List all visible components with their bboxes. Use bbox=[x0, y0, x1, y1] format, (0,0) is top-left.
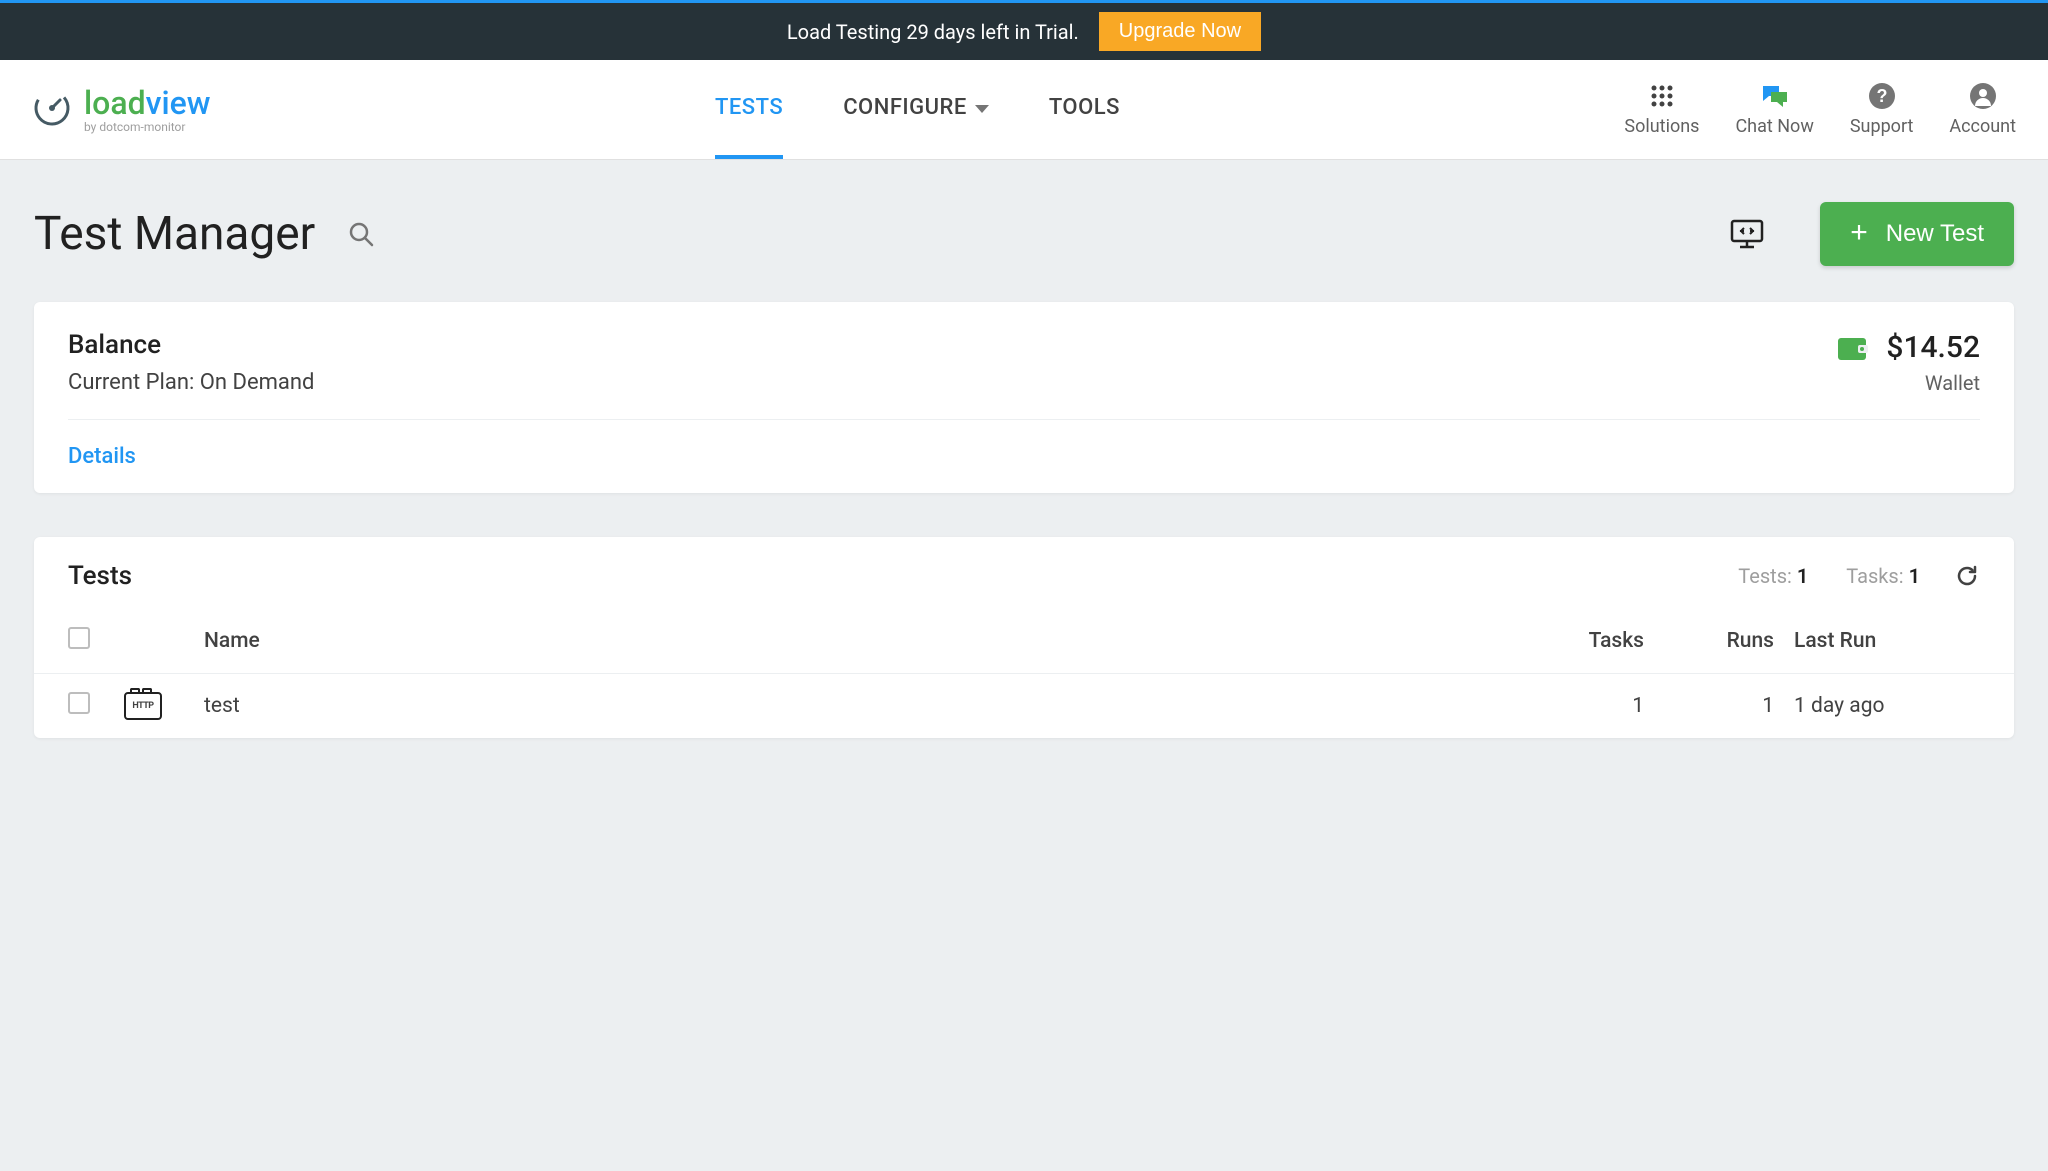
col-last-run: Last Run bbox=[1794, 609, 2014, 674]
row-name: test bbox=[204, 674, 1534, 739]
search-button[interactable] bbox=[343, 216, 379, 252]
account-label: Account bbox=[1949, 116, 2016, 137]
page-title: Test Manager bbox=[34, 207, 315, 261]
search-icon bbox=[347, 220, 375, 248]
row-tasks: 1 bbox=[1534, 674, 1664, 739]
logo-text: loadview by dotcom-monitor bbox=[84, 87, 211, 133]
nav-tests-label: TESTS bbox=[715, 95, 783, 120]
row-last-run: 1 day ago bbox=[1794, 674, 2014, 739]
chat-icon bbox=[1761, 82, 1789, 110]
balance-plan-prefix: Current Plan: bbox=[68, 370, 200, 395]
balance-title: Balance bbox=[68, 330, 314, 360]
col-name: Name bbox=[204, 609, 1534, 674]
tests-title: Tests bbox=[68, 561, 132, 591]
tests-table: Name Tasks Runs Last Run HTTPtest111 day… bbox=[34, 609, 2014, 738]
tasks-count-value: 1 bbox=[1909, 564, 1920, 588]
solutions-label: Solutions bbox=[1624, 116, 1699, 137]
balance-amount: $14.52 bbox=[1886, 330, 1980, 365]
svg-text:?: ? bbox=[1876, 86, 1887, 106]
account-icon bbox=[1969, 82, 1997, 110]
balance-plan-name: On Demand bbox=[200, 370, 315, 395]
tests-count-value: 1 bbox=[1797, 564, 1808, 588]
new-test-button[interactable]: + New Test bbox=[1820, 202, 2014, 266]
solutions-button[interactable]: Solutions bbox=[1624, 82, 1699, 137]
new-test-label: New Test bbox=[1886, 220, 1984, 248]
nav-tools-label: TOOLS bbox=[1049, 95, 1120, 120]
http-icon: HTTP bbox=[124, 692, 162, 720]
nav-tools[interactable]: TOOLS bbox=[1049, 60, 1120, 159]
tests-count-label: Tests: bbox=[1738, 564, 1797, 588]
chat-now-button[interactable]: Chat Now bbox=[1735, 82, 1813, 137]
balance-details-link[interactable]: Details bbox=[68, 444, 136, 469]
app-header: loadview by dotcom-monitor TESTS CONFIGU… bbox=[0, 60, 2048, 160]
refresh-icon bbox=[1954, 563, 1980, 589]
primary-nav: TESTS CONFIGURE TOOLS bbox=[211, 60, 1625, 159]
display-icon bbox=[1730, 219, 1764, 249]
upgrade-now-button[interactable]: Upgrade Now bbox=[1099, 12, 1261, 51]
gauge-icon bbox=[32, 88, 72, 132]
row-checkbox[interactable] bbox=[68, 692, 90, 714]
nav-tests[interactable]: TESTS bbox=[715, 60, 783, 159]
grid-icon bbox=[1648, 82, 1676, 110]
table-row[interactable]: HTTPtest111 day ago bbox=[34, 674, 2014, 739]
logo-part1: load bbox=[84, 84, 146, 122]
account-button[interactable]: Account bbox=[1949, 82, 2016, 137]
col-runs: Runs bbox=[1664, 609, 1794, 674]
trial-text: Load Testing 29 days left in Trial. bbox=[787, 20, 1079, 44]
support-button[interactable]: ? Support bbox=[1850, 82, 1914, 137]
chat-label: Chat Now bbox=[1735, 116, 1813, 137]
balance-plan: Current Plan: On Demand bbox=[68, 370, 314, 395]
header-actions: Solutions Chat Now ? Support Account bbox=[1624, 82, 2016, 137]
logo-part2: view bbox=[146, 84, 211, 122]
balance-card: Balance Current Plan: On Demand $14.52 W… bbox=[34, 302, 2014, 493]
wallet-icon bbox=[1836, 334, 1868, 366]
page-head: Test Manager + New Test bbox=[34, 202, 2014, 266]
select-all-checkbox[interactable] bbox=[68, 627, 90, 649]
logo[interactable]: loadview by dotcom-monitor bbox=[32, 87, 211, 133]
display-settings-button[interactable] bbox=[1730, 219, 1764, 249]
page-body: Test Manager + New Test Balance Current … bbox=[0, 160, 2048, 824]
row-runs: 1 bbox=[1664, 674, 1794, 739]
chevron-down-icon bbox=[975, 105, 989, 113]
help-icon: ? bbox=[1868, 82, 1896, 110]
tasks-count-label: Tasks: bbox=[1846, 564, 1908, 588]
refresh-button[interactable] bbox=[1954, 563, 1980, 589]
trial-banner: Load Testing 29 days left in Trial. Upgr… bbox=[0, 0, 2048, 60]
tests-card: Tests Tests: 1 Tasks: 1 Name Tasks Runs … bbox=[34, 537, 2014, 738]
tests-counts: Tests: 1 Tasks: 1 bbox=[1738, 564, 1920, 588]
balance-wallet-label: Wallet bbox=[1886, 371, 1980, 395]
nav-configure-label: CONFIGURE bbox=[843, 95, 967, 120]
support-label: Support bbox=[1850, 116, 1914, 137]
col-tasks: Tasks bbox=[1534, 609, 1664, 674]
nav-configure[interactable]: CONFIGURE bbox=[843, 60, 989, 159]
logo-subtitle: by dotcom-monitor bbox=[84, 121, 211, 133]
